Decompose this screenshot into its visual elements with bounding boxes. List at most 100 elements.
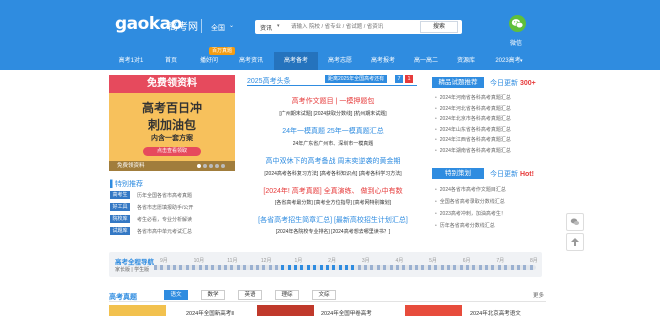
paper-thumbnail[interactable] <box>257 305 314 316</box>
timeline-month[interactable]: 1月 <box>295 257 303 264</box>
recommend-title: ▌特别推荐 <box>110 181 143 188</box>
timeline-month[interactable]: 6月 <box>463 257 471 264</box>
sublinks[interactable]: [2024高考各科复习方法] [高考各科知识点] [高考各科学习方法] <box>245 170 421 177</box>
tab-arts[interactable]: 文综 <box>312 290 336 300</box>
wechat-icon[interactable] <box>509 15 526 32</box>
nav-item-prep[interactable]: 高考备考 <box>274 52 318 70</box>
tab-math[interactable]: 数学 <box>201 290 225 300</box>
timeline-segment <box>465 265 469 270</box>
list-item[interactable]: 全国各省高考录取分数线汇总 <box>432 198 546 210</box>
paper-thumbnail[interactable] <box>109 305 166 316</box>
timeline-segment <box>497 265 501 270</box>
banner-line-3: 内含一套方案 <box>151 135 193 142</box>
headline-link[interactable]: [2024年! 高考真题] 全真演练、 做到心中有数 <box>245 186 421 196</box>
sublinks[interactable]: [各省高考最分数] [高考全方位指导] [高考网特别策划] <box>245 199 421 206</box>
nav-item-grade[interactable]: 高一高二 <box>407 52 445 70</box>
sublinks[interactable]: [广州期末试题] [2024获取分数线] [杭州期末试题] <box>245 110 421 117</box>
nav-item-resources[interactable]: 资源库 <box>450 52 482 70</box>
timeline-segment <box>345 265 348 270</box>
recommend-tag[interactable]: 院校库 <box>110 215 130 223</box>
timeline-segment <box>319 265 323 270</box>
timeline-segment <box>415 265 419 270</box>
recommend-tag[interactable]: 高考生 <box>110 191 130 199</box>
tab-science[interactable]: 理综 <box>275 290 299 300</box>
chevron-down-icon[interactable]: ▾ <box>520 52 523 70</box>
recommend-text[interactable]: 考生必看，专业分析解读 <box>137 216 192 223</box>
chevron-down-icon[interactable]: ▾ <box>277 23 280 29</box>
tab-chinese[interactable]: 语文 <box>164 290 188 300</box>
recommend-text[interactable]: 各省市志愿填报助手/公开 <box>137 204 193 211</box>
timeline-month[interactable]: 10月 <box>194 257 205 264</box>
timeline-month[interactable]: 4月 <box>395 257 403 264</box>
nav-item-volunteer[interactable]: 高考志愿 <box>321 52 359 70</box>
timeline-title: 高考全程导航 <box>115 259 154 266</box>
timeline-segment <box>421 265 425 270</box>
back-to-top-icon[interactable] <box>566 233 584 251</box>
list-item[interactable]: 2024年湖南省各科高考真题汇总 <box>432 147 546 158</box>
timeline-segment <box>255 265 259 270</box>
carousel-dots[interactable] <box>197 164 227 170</box>
headline-link[interactable]: 高考作文题目 | 一模押题包 <box>245 96 421 106</box>
list-item[interactable]: 2023高考冲刺，加油高考生！ <box>432 210 546 222</box>
tab-quality-papers[interactable]: 精品试题推荐 <box>432 77 484 88</box>
timeline-segment <box>389 265 393 270</box>
list-item[interactable]: 2024年江西省各科高考真题汇总 <box>432 136 546 147</box>
wechat-label: 微信 <box>510 41 523 47</box>
list-item[interactable]: 2024年河北省各科高考真题汇总 <box>432 105 546 116</box>
timeline-segment <box>504 265 508 270</box>
chat-icon[interactable] <box>566 213 584 231</box>
site-logo-cn[interactable]: 高考网 <box>168 18 198 33</box>
timeline-segment <box>485 265 489 270</box>
timeline-toggle[interactable]: 家长版 | 学生版 <box>115 266 149 273</box>
promo-banner[interactable]: 免费领资料 高考百日冲 刺加油包 内含一套方案 点击查看领取 免费领资料 <box>109 75 235 171</box>
timeline-month[interactable]: 2月 <box>328 257 336 264</box>
timeline-month[interactable]: 9月 <box>160 257 168 264</box>
sublinks[interactable]: 24年广东省广州市、深圳市一模真题 <box>245 140 421 147</box>
timeline-month[interactable]: 7月 <box>496 257 504 264</box>
tab-special[interactable]: 特别策划 <box>432 168 484 179</box>
recommend-tag[interactable]: 好工具 <box>110 203 130 211</box>
recommend-tag[interactable]: 试题库 <box>110 227 130 235</box>
timeline-month[interactable]: 5月 <box>429 257 437 264</box>
timeline-segment <box>446 265 450 270</box>
region-selector[interactable]: 全国 <box>211 23 225 33</box>
search-button[interactable]: 搜索 <box>420 21 458 33</box>
news-title[interactable]: 2025高考头条 <box>247 76 291 86</box>
tab-english[interactable]: 英语 <box>238 290 262 300</box>
timeline-segment <box>160 265 164 270</box>
list-item[interactable]: 2024年河南省各科高考真题汇总 <box>432 94 546 105</box>
timeline-segment <box>376 265 380 270</box>
more-link[interactable]: 更多 <box>533 291 544 299</box>
banner-line-2: 刺加油包 <box>147 118 196 132</box>
list-item[interactable]: 历年各省高考分数线汇总 <box>432 222 546 234</box>
timeline-bar[interactable] <box>154 265 536 270</box>
headline-link[interactable]: 24年一模真题 25年一模真题汇总 <box>245 126 421 136</box>
nav-item-apply[interactable]: 高考报考 <box>364 52 402 70</box>
timeline-month[interactable]: 11月 <box>227 257 237 264</box>
timeline-segment <box>313 265 317 270</box>
recommend-text[interactable]: 历年全国各省市高考真题 <box>137 192 192 199</box>
recommend-text[interactable]: 各省市高中单元考试汇总 <box>137 228 192 235</box>
timeline-segment <box>230 265 234 270</box>
nav-item-2023[interactable]: 2023高考 <box>486 52 530 70</box>
timeline-segment <box>491 265 495 270</box>
timeline-month[interactable]: 12月 <box>261 257 272 264</box>
search-type-selector[interactable]: 资讯 <box>260 23 272 32</box>
banner-cta-button[interactable]: 点击查看领取 <box>143 147 201 156</box>
chevron-down-icon[interactable]: ⌄ <box>229 22 234 29</box>
sublinks[interactable]: [2024年各院校专业排名] [2024高考想去哪里读书？] <box>245 228 421 235</box>
list-item[interactable]: 2024年山东省各科高考真题汇总 <box>432 126 546 137</box>
timeline-segment <box>281 265 285 270</box>
timeline-segment <box>204 265 208 270</box>
nav-item-news[interactable]: 高考资讯 <box>232 52 270 70</box>
timeline-month[interactable]: 3月 <box>362 257 370 264</box>
nav-item-1v1[interactable]: 高考1对1 <box>112 52 150 70</box>
nav-item-home[interactable]: 首页 <box>158 52 184 70</box>
list-item[interactable]: 2024各省市高考作文题目汇总 <box>432 186 546 198</box>
paper-thumbnail[interactable] <box>405 305 462 316</box>
timeline-month[interactable]: 8月 <box>530 257 538 264</box>
headline-link[interactable]: [各省高考招生简章汇总] [最新高校招生计划汇总] <box>245 215 421 225</box>
search-input[interactable] <box>291 21 417 33</box>
list-item[interactable]: 2024年北京市各科高考真题汇总 <box>432 115 546 126</box>
headline-link[interactable]: 高中双休下的高考备战 周末奕逆袭的黄金期 <box>245 156 421 166</box>
